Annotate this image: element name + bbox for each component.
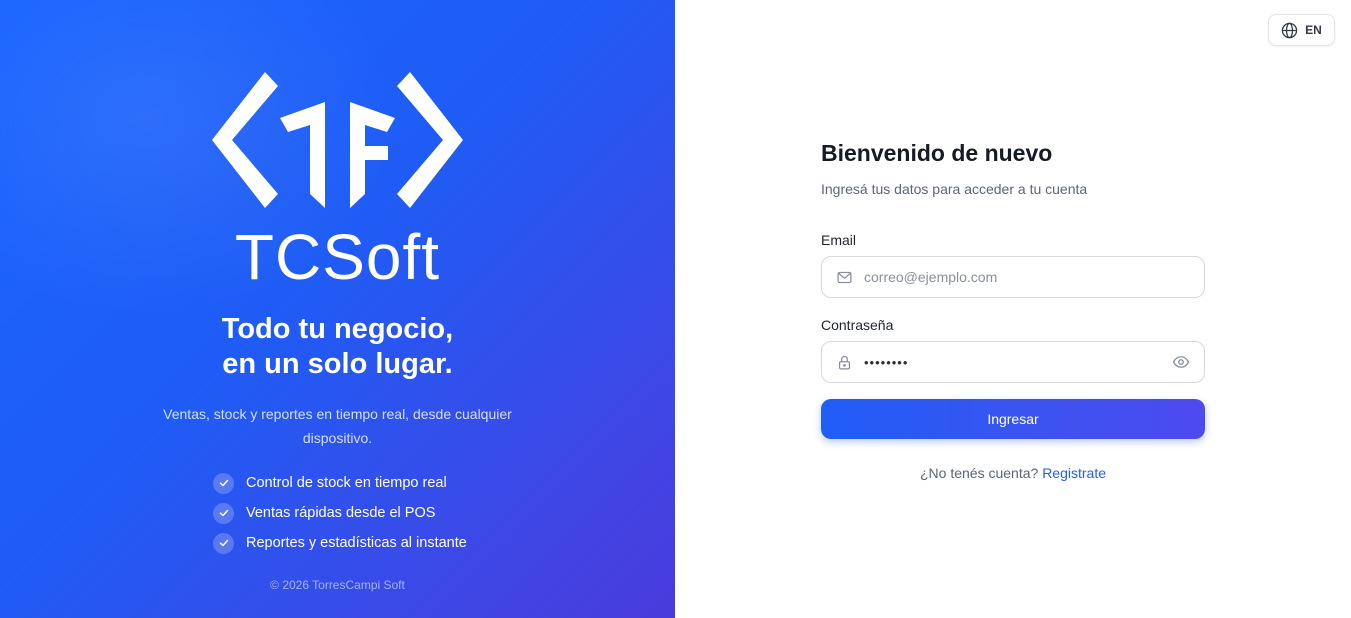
copyright-text: © 2026 TorresCampi Soft (270, 578, 405, 592)
page-title: Bienvenido de nuevo (821, 140, 1053, 166)
register-row: ¿No tenés cuenta? Registrate (821, 465, 1205, 481)
globe-icon (1281, 22, 1298, 38)
feature-list: Control de stock en tiempo real Ventas r… (213, 468, 467, 558)
brand-headline: Todo tu negocio, en un solo lugar. (0, 312, 675, 382)
eye-icon[interactable] (1172, 353, 1190, 371)
email-input[interactable] (864, 269, 1190, 285)
check-icon (213, 532, 234, 554)
feature-label: Ventas rápidas desde el POS (246, 505, 436, 521)
tcsoft-logo-icon (212, 72, 463, 208)
feature-label: Reportes y estadísticas al instante (246, 535, 467, 551)
check-icon (213, 502, 234, 524)
login-form: Bienvenido de nuevo Ingresá tus datos pa… (821, 140, 1205, 481)
brand-panel: TCSoft Todo tu negocio, en un solo lugar… (0, 0, 675, 618)
password-input[interactable] (864, 354, 1172, 370)
feature-item: Reportes y estadísticas al instante (213, 528, 467, 558)
mail-icon (837, 271, 852, 283)
feature-label: Control de stock en tiempo real (246, 475, 447, 491)
lock-icon (838, 355, 851, 370)
brand-name: TCSoft (234, 221, 441, 293)
language-switch-button[interactable]: EN (1268, 14, 1335, 46)
check-icon (213, 472, 234, 494)
register-link[interactable]: Registrate (1042, 465, 1106, 481)
feature-item: Control de stock en tiempo real (213, 468, 467, 498)
password-field[interactable] (821, 341, 1205, 383)
register-prompt: ¿No tenés cuenta? (920, 465, 1039, 481)
headline-line-1: Todo tu negocio, (221, 313, 454, 345)
brand-description: Ventas, stock y reportes en tiempo real,… (163, 406, 512, 446)
headline-line-2: en un solo lugar. (222, 348, 453, 380)
feature-item: Ventas rápidas desde el POS (213, 498, 467, 528)
email-label: Email (821, 232, 857, 248)
password-label: Contraseña (821, 317, 894, 333)
language-label: EN (1305, 23, 1322, 37)
email-field[interactable] (821, 256, 1205, 298)
page-subtitle: Ingresá tus datos para acceder a tu cuen… (821, 181, 1088, 197)
login-submit-button[interactable]: Ingresar (821, 399, 1205, 439)
